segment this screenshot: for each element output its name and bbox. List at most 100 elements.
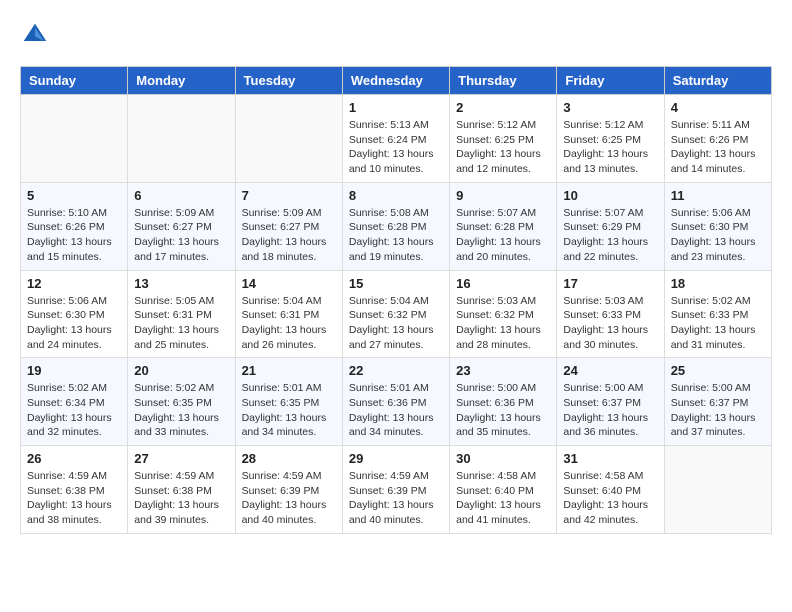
day-number: 2 — [456, 100, 550, 115]
calendar-day-cell: 10 Sunrise: 5:07 AM Sunset: 6:29 PM Dayli… — [557, 182, 664, 270]
day-info-text: Sunrise: 5:01 AM Sunset: 6:36 PM Dayligh… — [349, 381, 443, 440]
day-info-text: Sunrise: 5:10 AM Sunset: 6:26 PM Dayligh… — [27, 206, 121, 265]
calendar-day-cell: 27 Sunrise: 4:59 AM Sunset: 6:38 PM Dayli… — [128, 446, 235, 534]
calendar-day-cell: 4Sunrise: 5:11 AM Sunset: 6:26 PM Daylig… — [664, 95, 771, 183]
calendar-day-cell: 25 Sunrise: 5:00 AM Sunset: 6:37 PM Dayli… — [664, 358, 771, 446]
weekday-header-sunday: Sunday — [21, 67, 128, 95]
day-info-text: Sunrise: 5:07 AM Sunset: 6:29 PM Dayligh… — [563, 206, 657, 265]
day-info-text: Sunrise: 5:00 AM Sunset: 6:36 PM Dayligh… — [456, 381, 550, 440]
logo-icon — [20, 20, 50, 50]
day-number: 25 — [671, 363, 765, 378]
calendar-table: SundayMondayTuesdayWednesdayThursdayFrid… — [20, 66, 772, 534]
calendar-day-cell — [235, 95, 342, 183]
calendar-day-cell: 24Sunrise: 5:00 AM Sunset: 6:37 PM Dayli… — [557, 358, 664, 446]
day-number: 4 — [671, 100, 765, 115]
calendar-day-cell: 14 Sunrise: 5:04 AM Sunset: 6:31 PM Dayli… — [235, 270, 342, 358]
logo — [20, 20, 54, 50]
day-number: 9 — [456, 188, 550, 203]
calendar-week-row: 1 Sunrise: 5:13 AM Sunset: 6:24 PM Daylig… — [21, 95, 772, 183]
day-number: 16 — [456, 276, 550, 291]
day-info-text: Sunrise: 5:02 AM Sunset: 6:35 PM Dayligh… — [134, 381, 228, 440]
calendar-day-cell: 26 Sunrise: 4:59 AM Sunset: 6:38 PM Dayli… — [21, 446, 128, 534]
calendar-day-cell: 1 Sunrise: 5:13 AM Sunset: 6:24 PM Daylig… — [342, 95, 449, 183]
day-info-text: Sunrise: 4:59 AM Sunset: 6:39 PM Dayligh… — [242, 469, 336, 528]
calendar-day-cell: 18 Sunrise: 5:02 AM Sunset: 6:33 PM Dayli… — [664, 270, 771, 358]
calendar-day-cell: 11Sunrise: 5:06 AM Sunset: 6:30 PM Dayli… — [664, 182, 771, 270]
day-number: 5 — [27, 188, 121, 203]
weekday-header-saturday: Saturday — [664, 67, 771, 95]
day-number: 14 — [242, 276, 336, 291]
calendar-day-cell: 23 Sunrise: 5:00 AM Sunset: 6:36 PM Dayli… — [450, 358, 557, 446]
calendar-day-cell: 19 Sunrise: 5:02 AM Sunset: 6:34 PM Dayli… — [21, 358, 128, 446]
calendar-day-cell: 28 Sunrise: 4:59 AM Sunset: 6:39 PM Dayli… — [235, 446, 342, 534]
day-info-text: Sunrise: 5:12 AM Sunset: 6:25 PM Dayligh… — [456, 118, 550, 177]
day-number: 20 — [134, 363, 228, 378]
day-number: 3 — [563, 100, 657, 115]
day-info-text: Sunrise: 5:05 AM Sunset: 6:31 PM Dayligh… — [134, 294, 228, 353]
calendar-day-cell: 31 Sunrise: 4:58 AM Sunset: 6:40 PM Dayli… — [557, 446, 664, 534]
day-number: 1 — [349, 100, 443, 115]
day-info-text: Sunrise: 4:59 AM Sunset: 6:39 PM Dayligh… — [349, 469, 443, 528]
page-header — [20, 20, 772, 50]
day-number: 22 — [349, 363, 443, 378]
calendar-day-cell: 5 Sunrise: 5:10 AM Sunset: 6:26 PM Daylig… — [21, 182, 128, 270]
day-info-text: Sunrise: 5:06 AM Sunset: 6:30 PM Dayligh… — [671, 206, 765, 265]
calendar-day-cell: 22 Sunrise: 5:01 AM Sunset: 6:36 PM Dayli… — [342, 358, 449, 446]
day-number: 26 — [27, 451, 121, 466]
day-number: 18 — [671, 276, 765, 291]
day-info-text: Sunrise: 5:02 AM Sunset: 6:34 PM Dayligh… — [27, 381, 121, 440]
day-number: 17 — [563, 276, 657, 291]
calendar-day-cell: 16 Sunrise: 5:03 AM Sunset: 6:32 PM Dayli… — [450, 270, 557, 358]
calendar-day-cell: 17 Sunrise: 5:03 AM Sunset: 6:33 PM Dayli… — [557, 270, 664, 358]
day-number: 7 — [242, 188, 336, 203]
day-info-text: Sunrise: 5:09 AM Sunset: 6:27 PM Dayligh… — [134, 206, 228, 265]
day-number: 23 — [456, 363, 550, 378]
day-number: 27 — [134, 451, 228, 466]
calendar-day-cell: 15 Sunrise: 5:04 AM Sunset: 6:32 PM Dayli… — [342, 270, 449, 358]
calendar-week-row: 12Sunrise: 5:06 AM Sunset: 6:30 PM Dayli… — [21, 270, 772, 358]
calendar-day-cell: 3 Sunrise: 5:12 AM Sunset: 6:25 PM Daylig… — [557, 95, 664, 183]
calendar-week-row: 26 Sunrise: 4:59 AM Sunset: 6:38 PM Dayli… — [21, 446, 772, 534]
calendar-day-cell: 29 Sunrise: 4:59 AM Sunset: 6:39 PM Dayli… — [342, 446, 449, 534]
calendar-day-cell: 7 Sunrise: 5:09 AM Sunset: 6:27 PM Daylig… — [235, 182, 342, 270]
day-number: 6 — [134, 188, 228, 203]
day-info-text: Sunrise: 5:03 AM Sunset: 6:32 PM Dayligh… — [456, 294, 550, 353]
weekday-header-wednesday: Wednesday — [342, 67, 449, 95]
day-info-text: Sunrise: 5:09 AM Sunset: 6:27 PM Dayligh… — [242, 206, 336, 265]
day-number: 24 — [563, 363, 657, 378]
day-info-text: Sunrise: 4:58 AM Sunset: 6:40 PM Dayligh… — [456, 469, 550, 528]
day-number: 31 — [563, 451, 657, 466]
day-number: 29 — [349, 451, 443, 466]
day-info-text: Sunrise: 5:07 AM Sunset: 6:28 PM Dayligh… — [456, 206, 550, 265]
weekday-header-friday: Friday — [557, 67, 664, 95]
calendar-day-cell — [664, 446, 771, 534]
calendar-day-cell: 13Sunrise: 5:05 AM Sunset: 6:31 PM Dayli… — [128, 270, 235, 358]
day-number: 19 — [27, 363, 121, 378]
calendar-week-row: 19 Sunrise: 5:02 AM Sunset: 6:34 PM Dayli… — [21, 358, 772, 446]
day-info-text: Sunrise: 4:59 AM Sunset: 6:38 PM Dayligh… — [27, 469, 121, 528]
day-number: 8 — [349, 188, 443, 203]
calendar-day-cell: 9 Sunrise: 5:07 AM Sunset: 6:28 PM Daylig… — [450, 182, 557, 270]
calendar-day-cell: 12Sunrise: 5:06 AM Sunset: 6:30 PM Dayli… — [21, 270, 128, 358]
day-info-text: Sunrise: 4:58 AM Sunset: 6:40 PM Dayligh… — [563, 469, 657, 528]
day-info-text: Sunrise: 5:12 AM Sunset: 6:25 PM Dayligh… — [563, 118, 657, 177]
calendar-week-row: 5 Sunrise: 5:10 AM Sunset: 6:26 PM Daylig… — [21, 182, 772, 270]
calendar-day-cell: 21Sunrise: 5:01 AM Sunset: 6:35 PM Dayli… — [235, 358, 342, 446]
day-info-text: Sunrise: 4:59 AM Sunset: 6:38 PM Dayligh… — [134, 469, 228, 528]
day-info-text: Sunrise: 5:04 AM Sunset: 6:31 PM Dayligh… — [242, 294, 336, 353]
day-info-text: Sunrise: 5:13 AM Sunset: 6:24 PM Dayligh… — [349, 118, 443, 177]
weekday-header-tuesday: Tuesday — [235, 67, 342, 95]
day-number: 15 — [349, 276, 443, 291]
day-number: 10 — [563, 188, 657, 203]
day-info-text: Sunrise: 5:04 AM Sunset: 6:32 PM Dayligh… — [349, 294, 443, 353]
day-number: 21 — [242, 363, 336, 378]
day-info-text: Sunrise: 5:02 AM Sunset: 6:33 PM Dayligh… — [671, 294, 765, 353]
day-number: 28 — [242, 451, 336, 466]
weekday-header-row: SundayMondayTuesdayWednesdayThursdayFrid… — [21, 67, 772, 95]
day-info-text: Sunrise: 5:00 AM Sunset: 6:37 PM Dayligh… — [671, 381, 765, 440]
day-info-text: Sunrise: 5:06 AM Sunset: 6:30 PM Dayligh… — [27, 294, 121, 353]
day-number: 30 — [456, 451, 550, 466]
day-info-text: Sunrise: 5:03 AM Sunset: 6:33 PM Dayligh… — [563, 294, 657, 353]
weekday-header-monday: Monday — [128, 67, 235, 95]
calendar-day-cell: 20 Sunrise: 5:02 AM Sunset: 6:35 PM Dayli… — [128, 358, 235, 446]
